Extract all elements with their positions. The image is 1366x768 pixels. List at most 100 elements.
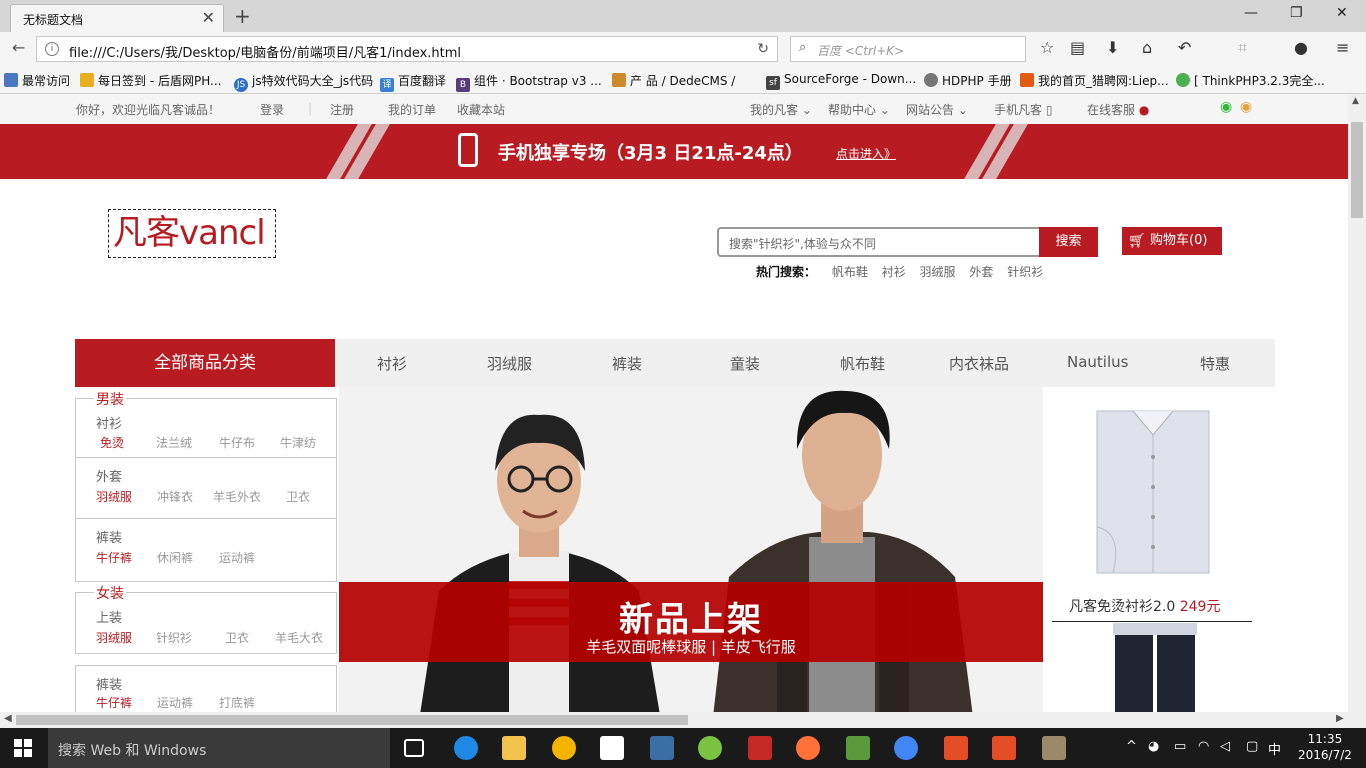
home-icon[interactable]: ⌂ — [1142, 38, 1152, 57]
category-item[interactable]: 内衣袜品 — [949, 353, 1009, 374]
tray-expand-icon[interactable]: ^ — [1126, 739, 1137, 754]
scroll-up-icon[interactable]: ▲ — [1352, 96, 1359, 106]
task-view-icon[interactable] — [404, 739, 424, 757]
bookmark-item[interactable]: 我的首页_猎聘网:Liep... — [1020, 72, 1169, 89]
sidebar-link[interactable]: 牛津纺 — [280, 434, 316, 451]
vertical-scrollbar[interactable]: ▲ — [1348, 94, 1366, 712]
category-item[interactable]: 羽绒服 — [487, 353, 532, 374]
sidebar-subhead[interactable]: 裤装 — [96, 527, 122, 546]
search-button[interactable]: 搜索 — [1039, 227, 1098, 257]
sidebar-link[interactable]: 冲锋衣 — [157, 488, 193, 505]
crop-icon[interactable]: ⌗ — [1238, 38, 1247, 58]
bookmark-star-icon[interactable]: ☆ — [1040, 38, 1054, 57]
chat-icon[interactable]: ● — [1294, 38, 1308, 57]
category-item[interactable]: 衬衫 — [377, 353, 407, 374]
ime-indicator[interactable]: 中 — [1268, 739, 1281, 758]
sidebar-link[interactable]: 牛仔布 — [219, 434, 255, 451]
bookmark-item[interactable]: HDPHP 手册 — [924, 72, 1012, 89]
info-icon[interactable]: i — [45, 42, 59, 56]
sidebar-link[interactable]: 羊毛外衣 — [213, 488, 261, 505]
hot-search-item[interactable]: 针织衫 — [1007, 265, 1043, 279]
paint-icon[interactable] — [552, 736, 576, 760]
hbuilder-icon[interactable] — [944, 736, 968, 760]
browser-tab[interactable]: 无标题文档 ✕ — [10, 4, 224, 32]
bookmark-item[interactable]: sf SourceForge - Down... — [766, 72, 916, 90]
sidebar-link[interactable]: 针织衫 — [156, 629, 192, 646]
sidebar-link[interactable]: 法兰绒 — [156, 434, 192, 451]
side-product-ad[interactable]: 凡客免烫衬衫2.0 249元 — [1043, 387, 1263, 712]
horizontal-scrollbar[interactable]: ◀ ▶ — [0, 712, 1366, 728]
scroll-thumb[interactable] — [16, 715, 688, 725]
orders-link[interactable]: 我的订单 — [388, 101, 436, 118]
notice-menu[interactable]: 网站公告 ⌄ — [906, 101, 968, 118]
qq-icon[interactable]: ◕ — [1148, 739, 1159, 754]
promo-link[interactable]: 点击进入》 — [836, 145, 896, 162]
category-item[interactable]: 裤装 — [612, 353, 642, 374]
app-icon[interactable] — [846, 736, 870, 760]
site-search-input[interactable]: 搜索"针织衫",体验与众不同 — [717, 227, 1039, 257]
mobile-link[interactable]: 手机凡客 ▯ — [994, 101, 1052, 118]
bookmark-item[interactable]: B 组件 · Bootstrap v3 ... — [456, 72, 602, 92]
sidebar-link[interactable]: 打底裤 — [219, 694, 255, 711]
notification-icon[interactable]: ▢ — [1246, 739, 1258, 754]
undo-icon[interactable]: ↶ — [1178, 38, 1191, 57]
sidebar-link[interactable]: 牛仔裤 — [96, 549, 132, 566]
new-tab-icon[interactable]: + — [234, 4, 251, 28]
sidebar-title-men[interactable]: 男装 — [94, 389, 126, 409]
wechat-icon[interactable]: ◉ — [1220, 99, 1232, 115]
sidebar-link[interactable]: 羊毛大衣 — [275, 629, 323, 646]
favorite-link[interactable]: 收藏本站 — [457, 101, 505, 118]
my-vancl-menu[interactable]: 我的凡客 ⌄ — [750, 101, 812, 118]
app-icon[interactable] — [698, 736, 722, 760]
category-item[interactable]: 帆布鞋 — [840, 353, 885, 374]
battery-icon[interactable]: ▭ — [1174, 739, 1186, 754]
sidebar-link[interactable]: 羽绒服 — [96, 488, 132, 505]
sidebar-link[interactable]: 牛仔裤 — [96, 694, 132, 711]
category-item[interactable]: 特惠 — [1200, 353, 1230, 374]
bookmark-item[interactable]: 产 品 / DedeCMS / — [612, 72, 735, 89]
close-tab-icon[interactable]: ✕ — [202, 8, 215, 27]
volume-icon[interactable]: ◁ — [1220, 739, 1230, 754]
sidebar-link[interactable]: 休闲裤 — [157, 549, 193, 566]
filezilla-icon[interactable] — [748, 736, 772, 760]
hot-search-item[interactable]: 衬衫 — [882, 265, 906, 279]
sidebar-subhead[interactable]: 上装 — [96, 607, 122, 626]
url-field[interactable]: i file:///C:/Users/我/Desktop/电脑备份/前端项目/凡… — [36, 36, 778, 62]
windows-start-icon[interactable] — [14, 739, 32, 757]
sidebar-link[interactable]: 卫衣 — [286, 488, 310, 505]
sidebar-link[interactable]: 运动裤 — [219, 549, 255, 566]
folder-icon[interactable] — [502, 736, 526, 760]
bookmark-item[interactable]: 译百度翻译 — [380, 72, 446, 92]
reload-icon[interactable]: ↻ — [757, 41, 769, 57]
browser-search-field[interactable]: ⌕ 百度 <Ctrl+K> — [790, 36, 1026, 62]
scroll-thumb[interactable] — [1351, 122, 1363, 218]
service-link[interactable]: 在线客服 ● — [1087, 101, 1149, 118]
category-item[interactable]: Nautilus — [1067, 353, 1128, 371]
bookmark-item[interactable]: JS js特效代码大全_js代码 — [234, 72, 373, 92]
promo-banner[interactable]: 手机独享专场（3月3 日21点-24点） 点击进入》 — [0, 124, 1348, 179]
sidebar-subhead[interactable]: 外套 — [96, 466, 122, 485]
sidebar-link[interactable]: 卫衣 — [225, 629, 249, 646]
taskbar-clock[interactable]: 11:35 2016/7/2 — [1298, 731, 1352, 763]
firefox-icon[interactable] — [796, 736, 820, 760]
register-link[interactable]: 注册 — [330, 101, 354, 118]
sidebar-link[interactable]: 运动裤 — [157, 694, 193, 711]
bookmark-item[interactable]: 最常访问 — [4, 72, 70, 89]
sidebar-subhead[interactable]: 裤装 — [96, 674, 122, 693]
hot-search-item[interactable]: 羽绒服 — [920, 265, 956, 279]
wifi-icon[interactable]: ◠ — [1198, 739, 1209, 754]
kugou-icon[interactable] — [454, 736, 478, 760]
mysql-icon[interactable] — [650, 736, 674, 760]
taskbar-search[interactable]: 搜索 Web 和 Windows — [48, 728, 390, 768]
sidebar-title-women[interactable]: 女装 — [94, 583, 126, 603]
chrome-icon[interactable] — [894, 736, 918, 760]
hot-search-item[interactable]: 帆布鞋 — [832, 265, 868, 279]
bookmark-item[interactable]: 每日签到 - 后盾网PH... — [80, 72, 221, 89]
back-icon[interactable]: ← — [12, 38, 25, 57]
weibo-icon[interactable]: ◉ — [1240, 99, 1252, 115]
menu-icon[interactable]: ≡ — [1336, 38, 1349, 57]
sidebar-subhead[interactable]: 衬衫 — [96, 413, 122, 432]
scroll-right-icon[interactable]: ▶ — [1336, 713, 1344, 724]
sidebar-link[interactable]: 免烫 — [100, 434, 124, 451]
hbuilder-icon[interactable] — [992, 736, 1016, 760]
